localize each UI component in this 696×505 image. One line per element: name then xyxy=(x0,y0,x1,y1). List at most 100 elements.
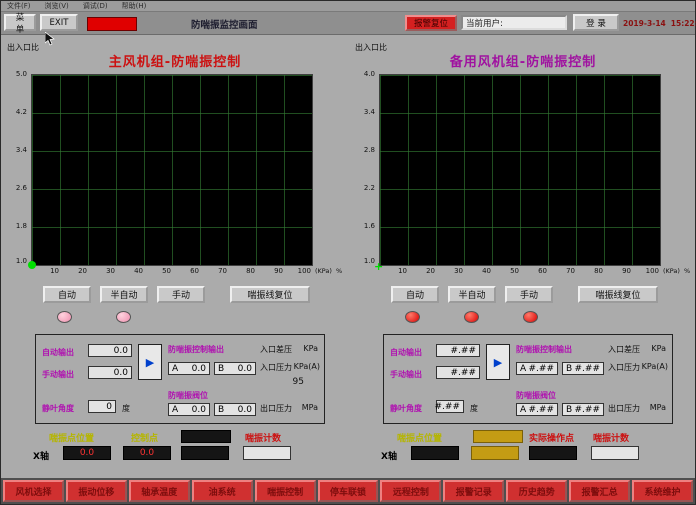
date-text: 2019-3-14 xyxy=(623,19,666,28)
surge-count-label: 喘振计数 xyxy=(593,431,629,444)
valve-a-box: A 0.0 xyxy=(168,403,210,416)
valve-b-label: B xyxy=(566,405,572,415)
switch-icon: ▶ xyxy=(494,357,502,368)
menu-help[interactable]: 帮助(H) xyxy=(122,1,147,11)
exit-button[interactable]: EXIT xyxy=(40,14,78,31)
outlet-pressure-label: 出口压力 xyxy=(260,403,292,414)
time-text: 15:22:07 xyxy=(671,19,696,28)
surge-line-reset-button[interactable]: 喘振线复位 xyxy=(230,286,310,303)
nav-system-maintain[interactable]: 系统维护 xyxy=(632,480,693,502)
nav-remote-control[interactable]: 远程控制 xyxy=(380,480,441,502)
x-tick: 60 xyxy=(171,267,199,275)
x-axis-percent: % xyxy=(684,267,690,275)
display-box xyxy=(181,430,231,443)
valve-b-label: B xyxy=(218,405,224,415)
y-tick: 2.6 xyxy=(7,184,27,192)
surge-point-label: 喘振点位置 xyxy=(397,431,442,444)
surge-valve-label: 防喘振阀位 xyxy=(516,390,556,401)
surge-point-label: 喘振点位置 xyxy=(49,431,94,444)
inlet-pressure-label: 入口压力 xyxy=(260,362,292,373)
nav-history-trend[interactable]: 历史趋势 xyxy=(506,480,567,502)
menu-button[interactable]: 菜 单 xyxy=(4,14,36,31)
semi-auto-led xyxy=(464,311,479,323)
auto-output-label: 自动输出 xyxy=(390,347,422,358)
x-axis-unit: (KPa) xyxy=(315,267,332,275)
surge-count-value xyxy=(591,446,639,460)
vane-angle-label: 静叶角度 xyxy=(42,403,74,414)
trend-chart xyxy=(31,74,313,266)
menu-file[interactable]: 文件(F) xyxy=(7,1,31,11)
manual-output-value: 0.0 xyxy=(88,366,132,379)
alarm-banner xyxy=(87,17,137,31)
output-a-box: A #.## xyxy=(516,362,558,375)
auto-button[interactable]: 自动 xyxy=(43,286,91,303)
inlet-diff-label: 入口差压 xyxy=(608,344,640,355)
nav-alarm-summary[interactable]: 报警汇总 xyxy=(569,480,630,502)
login-button[interactable]: 登 录 xyxy=(573,14,619,31)
ab-selector-switch: ▶ xyxy=(138,344,162,380)
parameter-box: 自动输出 #.## 手动输出 #.## ▶ 防喘振控制输出 A #.## B #… xyxy=(383,334,673,424)
led-row xyxy=(405,311,538,323)
auto-output-label: 自动输出 xyxy=(42,347,74,358)
valve-b-value: 0.0 xyxy=(238,405,252,415)
x-axis-label: X轴 xyxy=(381,449,397,462)
valve-a-value: #.## xyxy=(529,405,554,415)
x-tick: 80 xyxy=(575,267,603,275)
nav-vibration[interactable]: 振动位移 xyxy=(66,480,127,502)
nav-oil-system[interactable]: 油系统 xyxy=(192,480,253,502)
x-axis-ticks: 10 20 30 40 50 60 70 80 90 100 (KPa) % xyxy=(379,267,690,275)
vane-angle-unit: 度 xyxy=(470,403,478,414)
output-a-value: 0.0 xyxy=(192,364,206,374)
semi-auto-button[interactable]: 半自动 xyxy=(100,286,148,303)
inlet-pressure-label: 入口压力 xyxy=(608,362,640,373)
x-axis-percent: % xyxy=(336,267,342,275)
x-tick: 30 xyxy=(435,267,463,275)
semi-auto-button[interactable]: 半自动 xyxy=(448,286,496,303)
x-tick: 100 xyxy=(283,267,311,275)
nav-alarm-record[interactable]: 报警记录 xyxy=(443,480,504,502)
toolbar: 菜 单 EXIT 防喘振监控画面 报警复位 当前用户: 登 录 2019-3-1… xyxy=(1,12,695,35)
x-tick: 60 xyxy=(519,267,547,275)
x-tick: 20 xyxy=(59,267,87,275)
surge-ctrl-output-label: 防喘振控制输出 xyxy=(168,344,224,355)
auto-button[interactable]: 自动 xyxy=(391,286,439,303)
nav-fan-select[interactable]: 风机选择 xyxy=(3,480,64,502)
nav-stop-interlock[interactable]: 停车联锁 xyxy=(318,480,379,502)
current-user-field[interactable]: 当前用户: xyxy=(461,15,567,30)
x-tick: 70 xyxy=(199,267,227,275)
nav-surge-control[interactable]: 喘振控制 xyxy=(255,480,316,502)
parameter-box: 自动输出 0.0 手动输出 0.0 ▶ 防喘振控制输出 A 0.0 B 0.0 … xyxy=(35,334,325,424)
surge-line-reset-button[interactable]: 喘振线复位 xyxy=(578,286,658,303)
y-tick: 1.0 xyxy=(7,257,27,265)
surge-valve-label: 防喘振阀位 xyxy=(168,390,208,401)
actual-operating-point-value xyxy=(529,446,577,460)
outlet-pressure-label: 出口压力 xyxy=(608,403,640,414)
alarm-reset-button[interactable]: 报警复位 xyxy=(405,15,457,31)
output-a-box: A 0.0 xyxy=(168,362,210,375)
manual-button[interactable]: 手动 xyxy=(157,286,205,303)
footer-row: 喘振点位置 控制点 喘振计数 X轴 0.0 0.0 xyxy=(5,431,341,473)
output-b-label: B xyxy=(218,364,224,374)
y-tick: 4.2 xyxy=(7,108,27,116)
actual-operating-point-label: 实际操作点 xyxy=(529,431,574,444)
output-b-label: B xyxy=(566,364,572,374)
x-tick: 90 xyxy=(603,267,631,275)
nav-bearing-temp[interactable]: 轴承温度 xyxy=(129,480,190,502)
outlet-pressure-unit: MPa xyxy=(302,403,318,412)
x-tick: 20 xyxy=(407,267,435,275)
x-tick: 40 xyxy=(115,267,143,275)
menu-debug[interactable]: 调试(D) xyxy=(83,1,108,11)
screen-title: 防喘振监控画面 xyxy=(191,17,258,31)
manual-button[interactable]: 手动 xyxy=(505,286,553,303)
valve-a-box: A #.## xyxy=(516,403,558,416)
inlet-diff-unit: KPa xyxy=(303,344,318,353)
x-tick: 80 xyxy=(227,267,255,275)
menu-view[interactable]: 浏览(V) xyxy=(45,1,69,11)
panel-main-fan: 出入口比 主风机组-防喘振控制 5.0 4.2 3.4 2.6 1.8 1.0 … xyxy=(5,34,345,479)
display-value xyxy=(181,446,229,460)
x-tick: 40 xyxy=(463,267,491,275)
display-value xyxy=(471,446,519,460)
y-tick: 1.6 xyxy=(355,222,375,230)
datetime: 2019-3-14 15:22:07 xyxy=(623,19,696,28)
mode-button-row: 自动 半自动 手动 喘振线复位 xyxy=(391,286,658,303)
